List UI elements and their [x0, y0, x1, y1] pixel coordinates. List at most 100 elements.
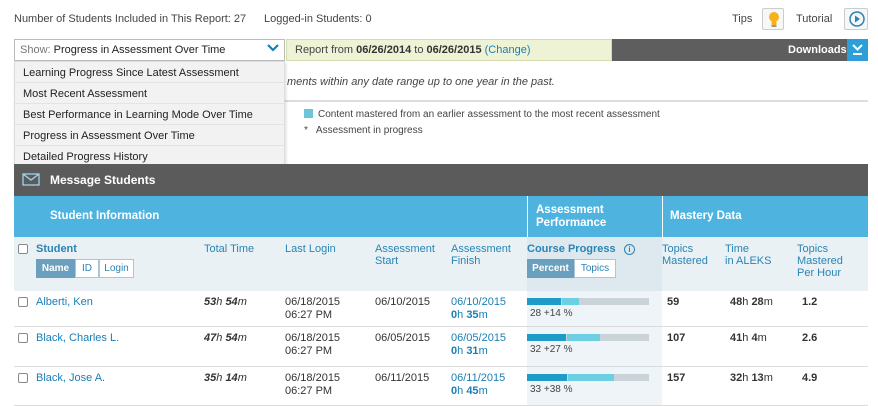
show-label: Show: — [20, 44, 51, 56]
per-hour-header[interactable]: Topics Mastered Per Hour — [797, 243, 843, 279]
report-prefix: Report from — [295, 44, 354, 56]
sort-by-name-button[interactable]: Name — [36, 259, 75, 278]
per-hour-line3: Per Hour — [797, 267, 842, 279]
student-column-header[interactable]: Student — [36, 243, 77, 255]
progress-percent-label: 28 +14 % — [530, 308, 573, 319]
time-in-aleks-value: 41h 4m — [730, 332, 767, 345]
select-all-checkbox[interactable] — [18, 244, 28, 254]
assessment-finish-value[interactable]: 06/10/2015 0h 35m — [451, 296, 506, 322]
assessment-performance-heading: Assessment Performance — [536, 204, 606, 230]
downloads-button[interactable] — [847, 39, 868, 61]
student-name-link[interactable]: Alberti, Ken — [36, 296, 93, 309]
time-in-aleks-header[interactable]: Time in ALEKS — [725, 243, 771, 267]
progress-gain-fill — [562, 298, 579, 305]
progress-percent-label: 33 +38 % — [530, 384, 573, 395]
message-students-label[interactable]: Message Students — [50, 173, 155, 187]
time-in-aleks-value: 32h 13m — [730, 372, 773, 385]
aleks-hours: 32 — [730, 372, 743, 384]
aleks-minutes: 28 — [751, 296, 764, 308]
hours-unit: h — [457, 345, 464, 357]
assessment-finish-header[interactable]: Assessment Finish — [451, 243, 511, 267]
report-from-date: 06/26/2014 — [356, 44, 412, 56]
last-login-header[interactable]: Last Login — [285, 243, 336, 255]
sort-by-login-button[interactable]: Login — [99, 259, 134, 278]
hours-unit: h — [457, 385, 464, 397]
legend-in-progress: * Assessment in progress — [304, 125, 423, 136]
date-range-hint: ments within any date range up to one ye… — [287, 76, 555, 88]
row-checkbox[interactable] — [18, 297, 28, 307]
chevron-down-icon — [267, 44, 279, 52]
last-login-time: 06:27 PM — [285, 309, 333, 321]
menu-item-learning-progress[interactable]: Learning Progress Since Latest Assessmen… — [15, 62, 284, 83]
legend-in-progress-text: Assessment in progress — [315, 125, 423, 136]
hours-unit: h — [216, 372, 223, 384]
report-type-select[interactable]: Show: Progress in Assessment Over Time — [14, 39, 285, 61]
last-login-value: 06/18/2015 06:27 PM — [285, 332, 340, 358]
tutorial-button[interactable] — [844, 8, 868, 30]
downloads-label[interactable]: Downloads — [788, 44, 847, 56]
finish-minutes: 35 — [466, 309, 479, 321]
hours-unit: h — [742, 296, 749, 308]
play-icon — [849, 11, 865, 27]
students-count-text: Number of Students Included in This Repo… — [14, 13, 246, 25]
total-hours: 35 — [204, 372, 217, 384]
finish-date-link[interactable]: 06/10/2015 — [451, 296, 506, 309]
info-icon[interactable]: i — [624, 244, 635, 255]
progress-base-fill — [527, 298, 561, 305]
topics-mastered-header[interactable]: Topics Mastered — [662, 243, 708, 267]
hours-unit: h — [457, 309, 464, 321]
progress-percent-button[interactable]: Percent — [527, 259, 574, 278]
finish-minutes: 31 — [466, 345, 479, 357]
per-hour-line2: Mastered — [797, 255, 843, 267]
row-divider — [14, 366, 868, 367]
assessment-start-line1: Assessment — [375, 243, 435, 255]
course-progress-header[interactable]: Course Progress — [527, 243, 616, 255]
time-in-aleks-line2: in ALEKS — [725, 255, 772, 267]
tips-button[interactable] — [762, 8, 784, 30]
assessment-finish-line1: Assessment — [451, 243, 511, 255]
assessment-start-header[interactable]: Assessment Start — [375, 243, 435, 267]
minutes-unit: m — [763, 372, 773, 384]
last-login-date: 06/18/2015 — [285, 372, 341, 384]
menu-item-best-performance[interactable]: Best Performance in Learning Mode Over T… — [15, 104, 284, 125]
hours-unit: h — [216, 296, 223, 308]
total-time-value: 47h 54m — [204, 332, 247, 345]
student-name-link[interactable]: Black, Jose A. — [36, 372, 105, 385]
last-login-value: 06/18/2015 06:27 PM — [285, 372, 340, 398]
legend-swatch — [304, 109, 313, 118]
student-name-link[interactable]: Black, Charles L. — [36, 332, 119, 345]
row-checkbox[interactable] — [18, 373, 28, 383]
sort-by-id-button[interactable]: ID — [75, 259, 99, 278]
legend-star: * — [304, 125, 308, 136]
progress-gain-fill — [567, 334, 600, 341]
mastery-data-heading: Mastery Data — [670, 210, 742, 222]
report-type-menu: Learning Progress Since Latest Assessmen… — [14, 61, 285, 168]
topics-mastered-value: 107 — [667, 332, 686, 344]
legend-mastered-text: Content mastered from an earlier assessm… — [318, 109, 660, 120]
students-count-value: 27 — [233, 13, 247, 25]
minutes-unit: m — [763, 296, 773, 308]
assessment-performance-line1: Assessment — [536, 204, 604, 216]
row-divider — [14, 326, 868, 327]
band-divider — [527, 196, 528, 237]
assessment-finish-value[interactable]: 06/05/2015 0h 31m — [451, 332, 506, 358]
menu-item-most-recent[interactable]: Most Recent Assessment — [15, 83, 284, 104]
topics-mastered-line2: Mastered — [662, 255, 708, 267]
total-time-header[interactable]: Total Time — [204, 243, 254, 255]
envelope-icon — [22, 173, 40, 186]
finish-minutes: 45 — [466, 385, 479, 397]
total-time-value: 35h 14m — [204, 372, 247, 385]
logged-in-text: Logged-in Students: 0 — [264, 13, 372, 25]
last-login-date: 06/18/2015 — [285, 296, 341, 308]
change-date-link[interactable]: (Change) — [485, 44, 531, 56]
finish-date-link[interactable]: 06/05/2015 — [451, 332, 506, 345]
finish-date-link[interactable]: 06/11/2015 — [451, 372, 505, 385]
assessment-finish-value[interactable]: 06/11/2015 0h 45m — [451, 372, 505, 398]
progress-percent-label: 32 +27 % — [530, 344, 573, 355]
menu-item-progress-over-time[interactable]: Progress in Assessment Over Time — [15, 125, 284, 146]
row-checkbox[interactable] — [18, 333, 28, 343]
per-hour-value: 1.2 — [802, 296, 818, 308]
tips-label: Tips — [732, 13, 753, 25]
students-count-label: Number of Students Included in This Repo… — [14, 13, 231, 25]
progress-topics-button[interactable]: Topics — [574, 259, 616, 278]
